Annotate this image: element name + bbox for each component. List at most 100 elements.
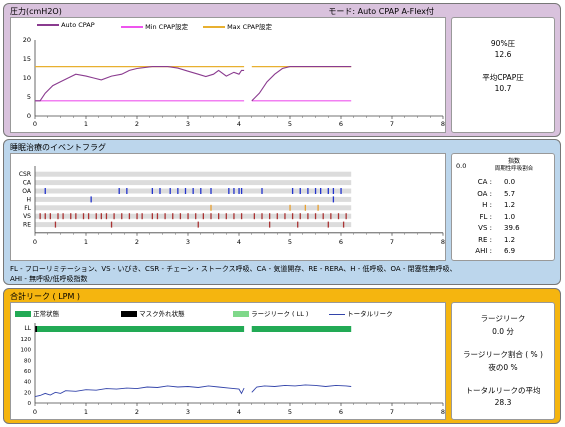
y-tick-label: 10: [23, 74, 31, 82]
event-mark-oa: [299, 188, 301, 194]
event-row-band-vs: [35, 213, 352, 219]
x-tick-label: 8: [441, 408, 445, 416]
x-tick-label: 7: [390, 238, 394, 246]
avg-cpap-label: 平均CPAP圧: [482, 73, 524, 82]
pressure-panel: 圧力(cmH2O) モード: Auto CPAP A-Flex付 Auto CP…: [3, 3, 561, 137]
event-mark-oa: [151, 188, 153, 194]
y-tick-label: 100: [21, 348, 32, 354]
event-mark-vs: [195, 213, 197, 220]
event-mark-oa: [314, 188, 317, 194]
mode-label: モード: Auto CPAP A-Flex付: [328, 7, 434, 16]
event-mark-vs: [276, 213, 278, 220]
index-zero: 0.0: [456, 162, 467, 170]
index-value: 6.9: [504, 247, 516, 255]
event-mark-vs: [156, 213, 159, 220]
event-mark-vs: [337, 213, 340, 220]
event-mark-oa: [44, 188, 46, 194]
event-mark-vs: [179, 213, 182, 220]
index-value: 1.2: [504, 235, 516, 244]
event-row-band-csr: [35, 171, 352, 177]
normal-state-bar: [251, 326, 352, 332]
event-legend-line2: AHI - 無呼吸/低呼吸指数: [10, 275, 88, 283]
event-mark-vs: [121, 213, 123, 220]
event-mark-vs: [95, 213, 97, 220]
event-mark-vs: [75, 213, 77, 220]
event-mark-vs: [218, 213, 220, 220]
index-value: 1.2: [504, 201, 516, 209]
event-mark-vs: [284, 213, 286, 220]
event-mark-vs: [113, 213, 115, 220]
event-mark-fl: [289, 204, 291, 211]
event-mark-oa: [210, 188, 212, 194]
x-tick-label: 0: [33, 408, 37, 416]
x-tick-label: 2: [135, 408, 139, 416]
index-label: AHI :: [475, 247, 492, 255]
event-mark-re: [269, 221, 271, 228]
index-label: CA :: [477, 178, 492, 186]
event-mark-vs: [253, 213, 255, 220]
index-label: RE :: [478, 235, 492, 244]
x-tick-label: 5: [288, 120, 292, 128]
event-row-label-h: H: [26, 196, 31, 203]
event-mark-vs: [105, 213, 108, 220]
event-mark-oa: [200, 188, 202, 194]
event-mark-vs: [136, 213, 138, 220]
x-tick-label: 5: [288, 408, 292, 416]
y-tick-label: 15: [23, 55, 31, 63]
pressure-stats-box: 90%圧 12.6 平均CPAP圧 10.7: [451, 17, 555, 133]
event-mark-vs: [141, 213, 143, 220]
x-tick-label: 4: [237, 408, 241, 416]
large-leak-label: ラージリーク: [480, 314, 526, 323]
index-label: OA :: [477, 189, 492, 198]
y-tick-label: 20: [24, 390, 31, 396]
event-mark-fl: [317, 204, 319, 211]
x-tick-label: 1: [84, 238, 88, 246]
event-mark-vs: [87, 213, 90, 220]
y-tick-label: 5: [27, 93, 31, 101]
event-row-label-fl: FL: [24, 205, 31, 212]
event-mark-vs: [291, 213, 294, 220]
event-mark-oa: [261, 188, 263, 194]
event-mark-oa: [320, 188, 322, 194]
event-mark-oa: [126, 188, 128, 194]
event-mark-vs: [269, 213, 271, 220]
x-tick-label: 2: [135, 120, 139, 128]
event-row-label-csr: CSR: [19, 171, 31, 178]
index-subtitle: 周期性呼吸割合: [494, 166, 534, 172]
event-row-label-ca: CA: [23, 180, 32, 187]
event-flags-plot-svg: CSR CAOAH FLVS RE 0 1 2 3 4 5 6 7 8: [19, 166, 445, 246]
event-mark-vs: [151, 213, 153, 220]
event-mark-vs: [100, 213, 102, 220]
y-tick-label: 0: [27, 112, 31, 120]
event-legend-line1: FL - フローリミテーション、VS - いびき、CSR - チェーン・ストーク…: [10, 265, 457, 273]
event-mark-vs: [345, 213, 347, 220]
x-tick-label: 5: [288, 238, 292, 246]
event-row-band-h: [35, 196, 352, 202]
series-line-auto-cpap: [35, 66, 352, 102]
normal-state-bar: [35, 326, 245, 332]
leak-plot-svg: LL 0 20 40 60 80 100 120 0 1 2 3 4 5 6 7 8: [21, 323, 445, 416]
large-leak-value: 0.0 分: [492, 327, 514, 336]
y-tick-label: 20: [23, 36, 31, 44]
x-tick-label: 1: [84, 120, 88, 128]
event-mark-oa: [169, 188, 171, 194]
event-mark-h: [90, 196, 92, 203]
event-row-label-oa: OA: [22, 188, 32, 195]
avg-total-leak-value: 28.3: [494, 398, 512, 407]
event-mark-re: [110, 221, 113, 228]
event-mark-oa: [340, 188, 342, 194]
event-mark-re: [197, 221, 199, 228]
x-tick-label: 8: [441, 120, 445, 128]
leak-panel: 合計リーク ( LPM ) 正常状態 マスク外れ状態 ラージリーク ( LL )…: [3, 288, 561, 424]
event-mark-oa: [307, 188, 309, 194]
avg-total-leak-label: トータルリークの平均: [465, 386, 541, 395]
y-tick-label: 0: [28, 401, 32, 407]
index-label: FL :: [479, 212, 492, 221]
event-mark-oa: [228, 188, 230, 194]
index-value: 5.7: [504, 189, 516, 198]
leak-title: 合計リーク ( LPM ): [10, 292, 81, 301]
x-tick-label: 6: [339, 408, 343, 416]
index-value: 1.0: [504, 212, 516, 221]
event-mark-re: [297, 221, 299, 228]
avg-cpap-value: 10.7: [494, 84, 512, 93]
